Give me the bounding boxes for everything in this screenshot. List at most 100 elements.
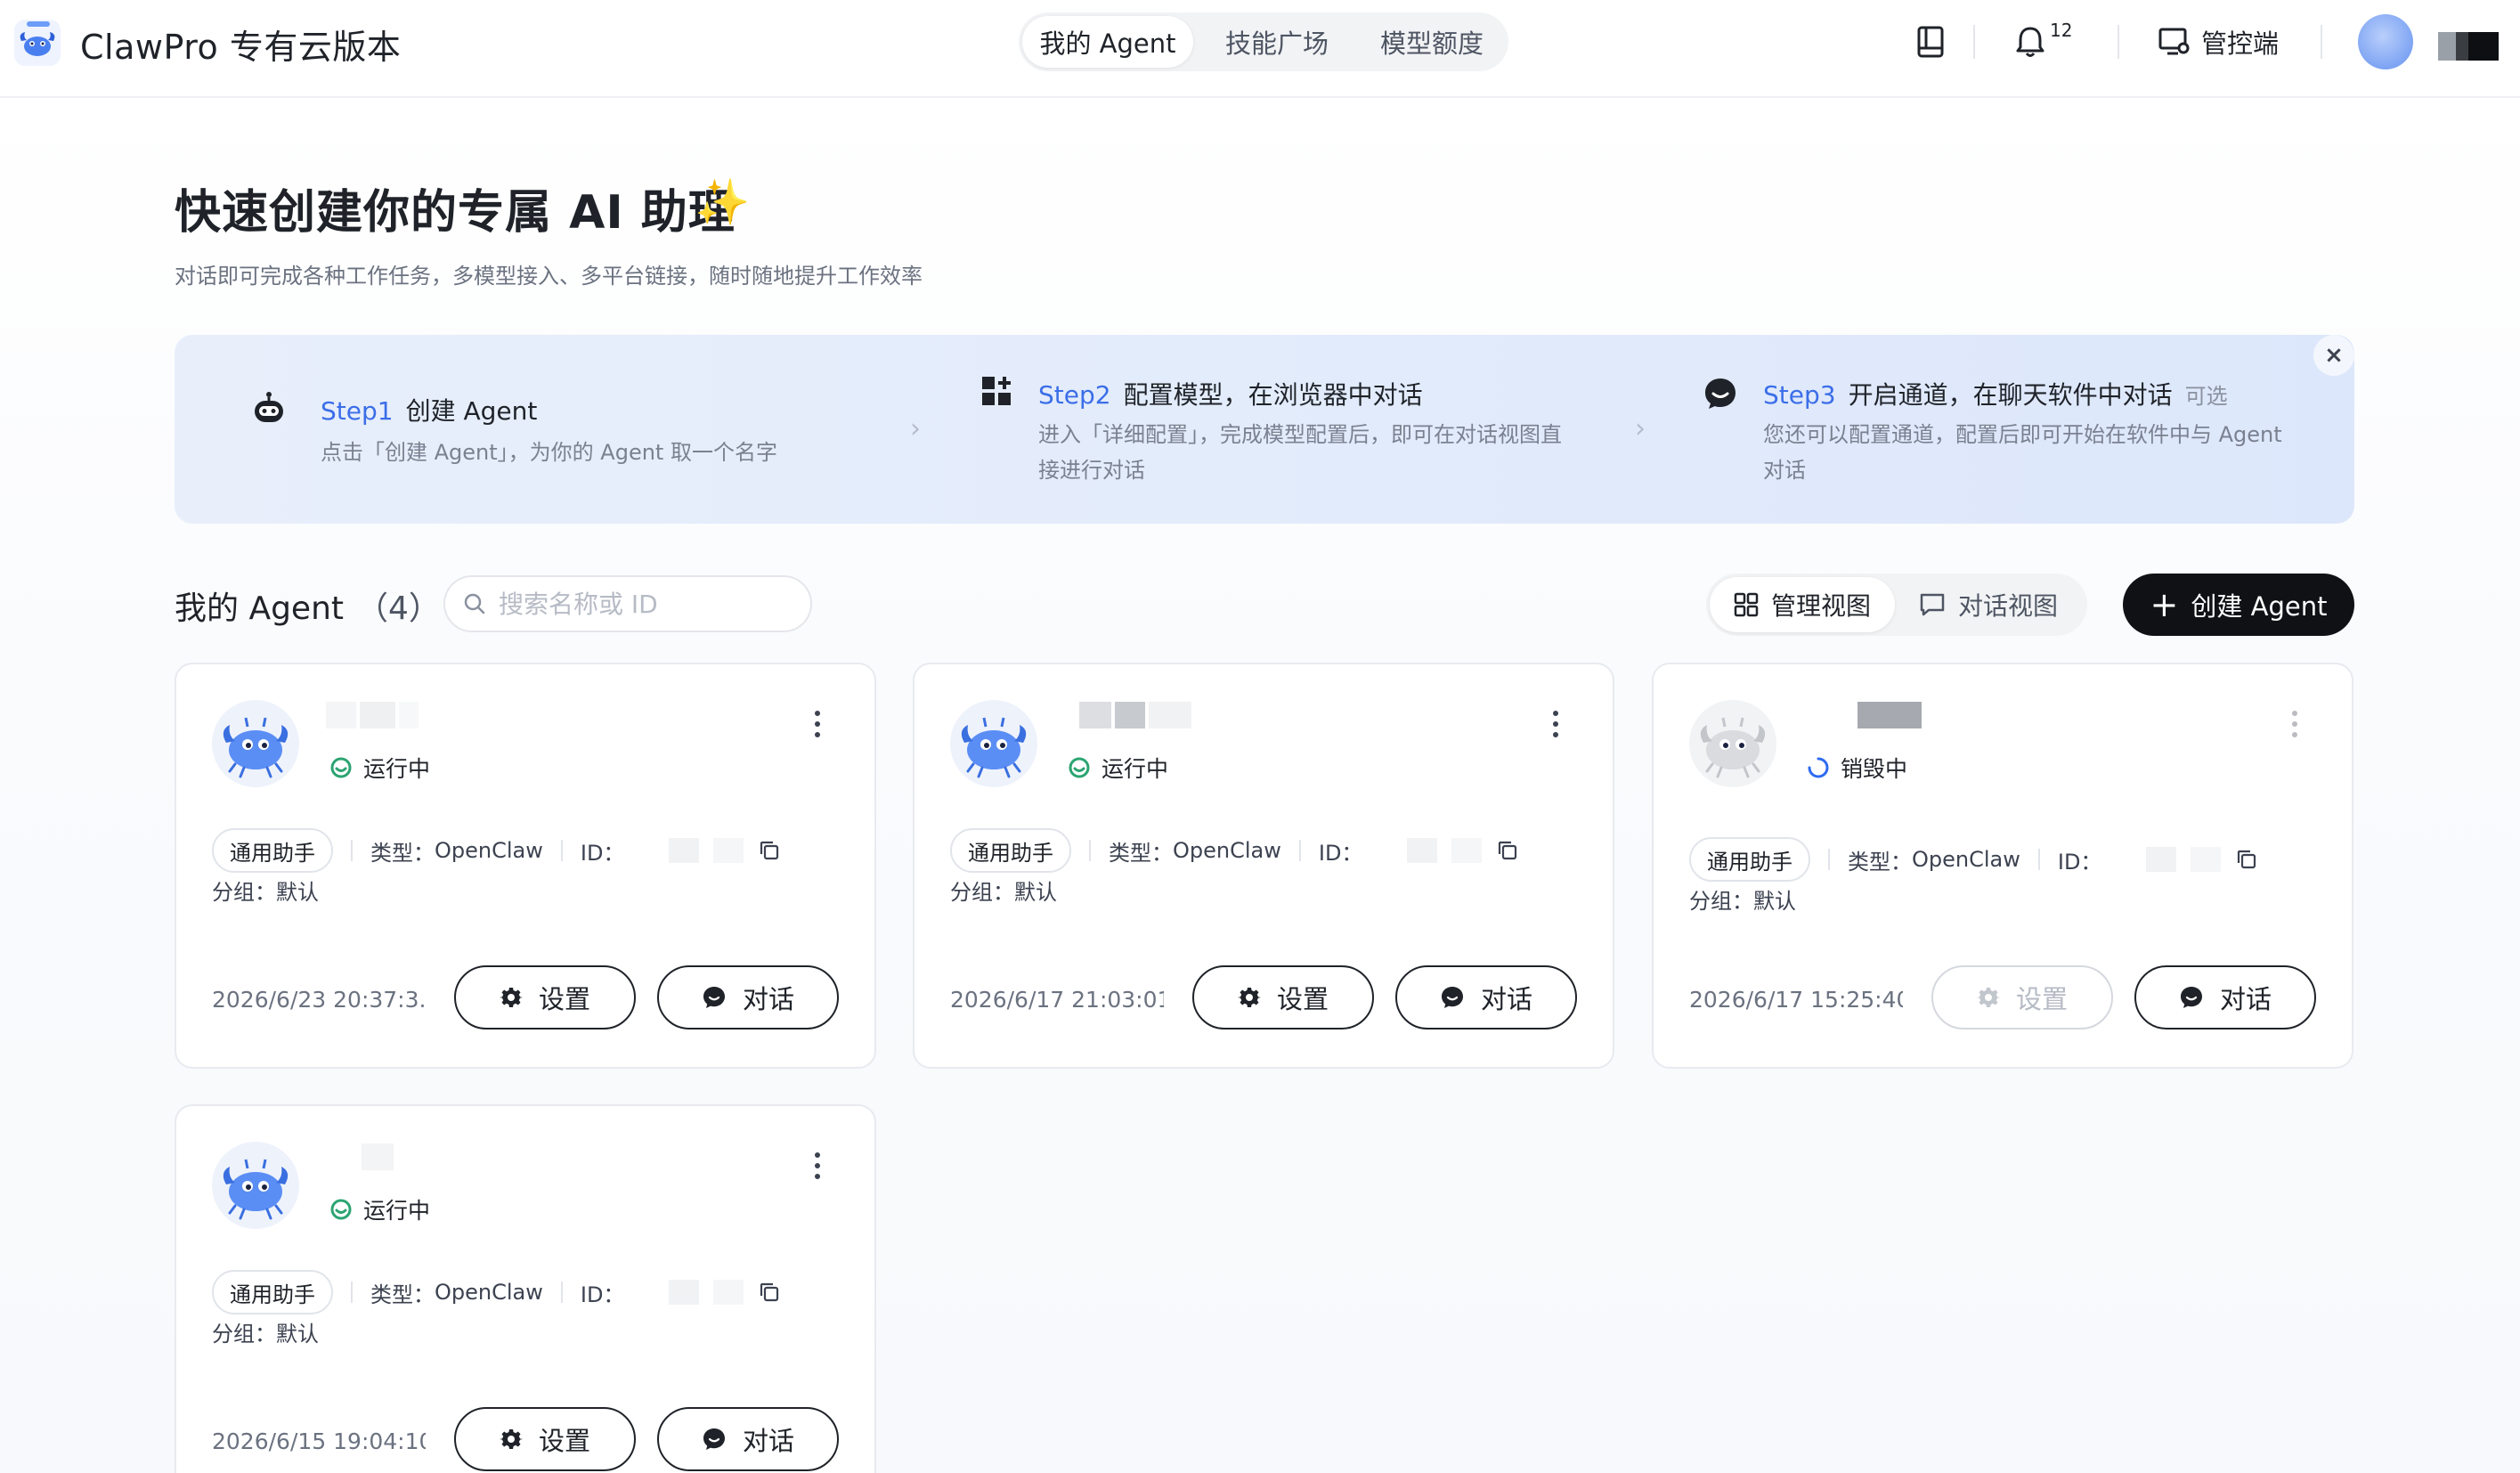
step3-title: 开启通道，在聊天软件中对话	[1848, 380, 2173, 410]
step3-optional-label: 可选	[2184, 384, 2228, 409]
agent-group: 分组：默认	[212, 1316, 319, 1347]
gear-icon	[1976, 988, 2000, 1007]
agent-settings-button[interactable]: 设置	[1931, 965, 2113, 1029]
more-options-icon[interactable]	[2291, 711, 2298, 737]
create-agent-label: 创建 Agent	[2191, 591, 2328, 622]
copy-icon[interactable]	[758, 1281, 781, 1304]
notification-count: 12	[2050, 20, 2073, 41]
chevron-right-icon: ›	[910, 413, 921, 444]
hero-subtitle: 对话即可完成各种工作任务，多模型接入、多平台链接，随时随地提升工作效率	[175, 264, 923, 289]
copy-icon[interactable]	[1496, 839, 1519, 862]
agent-id-label: ID：	[1318, 840, 1363, 866]
agent-chat-label: 对话	[742, 1426, 794, 1456]
agent-status-label: 销毁中	[1841, 756, 1908, 782]
tab-model-quota[interactable]: 模型额度	[1361, 16, 1503, 68]
agent-chat-button[interactable]: 对话	[657, 965, 839, 1029]
console-label: 管控端	[2201, 28, 2280, 59]
chat-view-button[interactable]: 对话视图	[1895, 577, 2082, 632]
agent-status: 运行中	[329, 1193, 430, 1225]
top-header: ClawPro 专有云版本 我的 Agent 技能广场 模型额度 12 管控端	[0, 0, 2520, 98]
step2-title: 配置模型，在浏览器中对话	[1123, 380, 1423, 410]
more-options-icon[interactable]	[814, 711, 821, 737]
step3-number: Step3	[1763, 380, 1836, 410]
agent-status-label: 运行中	[363, 756, 431, 782]
more-options-icon[interactable]	[1552, 711, 1559, 737]
meta-divider	[560, 1282, 563, 1303]
bell-icon[interactable]	[2014, 25, 2046, 59]
header-divider	[2118, 25, 2119, 59]
agent-type-value: OpenClaw	[435, 838, 543, 863]
agent-group: 分组：默认	[1689, 883, 1796, 915]
agent-type-label: 类型：	[370, 840, 435, 866]
agent-status: 销毁中	[1807, 752, 1907, 784]
copy-icon[interactable]	[2235, 848, 2258, 871]
clawpro-logo-icon	[14, 20, 61, 66]
agent-chat-label: 对话	[1480, 984, 1532, 1014]
agent-avatar	[212, 700, 299, 787]
agent-group-label: 分组：	[950, 880, 1014, 905]
section-title: 我的 Agent	[175, 590, 345, 627]
agent-status-label: 运行中	[1101, 756, 1169, 782]
agent-category-tag: 通用助手	[1689, 837, 1810, 882]
chat-bubble-icon	[1705, 378, 1736, 409]
tab-skill-square[interactable]: 技能广场	[1193, 16, 1361, 68]
agent-id-redacted	[1407, 838, 1519, 863]
agent-group-value: 默认	[1014, 880, 1057, 905]
copy-icon[interactable]	[758, 839, 781, 862]
agent-category-tag: 通用助手	[950, 828, 1071, 873]
agent-id-label: ID：	[2057, 849, 2102, 875]
search-input[interactable]	[499, 589, 784, 619]
manage-view-button[interactable]: 管理视图	[1710, 577, 1895, 632]
agent-card[interactable]: 运行中 通用助手 类型： OpenClaw ID： 分组：默认 2026/6/1…	[913, 663, 1614, 1069]
agent-count: （4）	[356, 590, 441, 627]
agent-type-label: 类型：	[1109, 840, 1173, 866]
agent-chat-button[interactable]: 对话	[657, 1407, 839, 1471]
agent-type-value: OpenClaw	[435, 1280, 543, 1305]
more-options-icon[interactable]	[814, 1152, 821, 1179]
step3-description-line2: 对话	[1763, 458, 1806, 483]
agent-chat-button[interactable]: 对话	[1395, 965, 1577, 1029]
agent-chat-button[interactable]: 对话	[2134, 965, 2316, 1029]
agent-group-label: 分组：	[212, 1322, 276, 1347]
console-button[interactable]: 管控端	[2158, 23, 2279, 61]
user-menu-blurred[interactable]	[2438, 32, 2499, 61]
chat-view-icon	[1920, 593, 1945, 616]
plus-icon: +	[2150, 585, 2179, 624]
agent-card[interactable]: 运行中 通用助手 类型： OpenClaw ID： 分组：默认 2026/6/2…	[175, 663, 876, 1069]
gear-icon	[499, 988, 523, 1007]
agent-id-label: ID：	[580, 840, 625, 866]
agent-card[interactable]: 销毁中 通用助手 类型： OpenClaw ID： 分组：默认 2026/6/1…	[1652, 663, 2353, 1069]
banner-close-button[interactable]: ×	[2313, 335, 2354, 376]
step1-heading: Step1 创建 Agent	[321, 392, 537, 427]
agent-created-time: 2026/6/17 21:03:01 ...	[950, 987, 1164, 1013]
search-box[interactable]	[443, 575, 812, 632]
robot-icon	[255, 392, 283, 422]
agent-id-redacted	[2146, 847, 2258, 872]
running-status-icon	[330, 757, 352, 778]
agent-settings-button[interactable]: 设置	[454, 1407, 636, 1471]
step3-heading: Step3 开启通道，在聊天软件中对话 可选	[1763, 376, 2228, 411]
agent-settings-button[interactable]: 设置	[454, 965, 636, 1029]
agent-group-label: 分组：	[1689, 889, 1753, 914]
chat-icon	[1441, 987, 1463, 1008]
user-avatar[interactable]	[2358, 14, 2413, 69]
meta-divider	[351, 1282, 353, 1303]
agent-settings-label: 设置	[538, 984, 590, 1014]
step1-description: 点击「创建 Agent」，为你的 Agent 取一个名字	[321, 440, 777, 465]
agent-name-redacted	[1818, 702, 1922, 728]
docs-book-icon[interactable]	[1914, 25, 1947, 59]
agent-type-value: OpenClaw	[1912, 847, 2020, 872]
agent-type-label: 类型：	[1848, 849, 1912, 875]
step1-title: 创建 Agent	[405, 396, 538, 426]
agent-group-label: 分组：	[212, 880, 276, 905]
tab-my-agent[interactable]: 我的 Agent	[1022, 16, 1193, 68]
agent-settings-label: 设置	[2015, 984, 2068, 1014]
manage-view-label: 管理视图	[1770, 591, 1871, 621]
agent-settings-button[interactable]: 设置	[1192, 965, 1374, 1029]
step2-description-line2: 接进行对话	[1038, 458, 1145, 483]
create-agent-button[interactable]: + 创建 Agent	[2123, 574, 2354, 636]
agent-avatar	[1689, 700, 1776, 787]
meta-divider	[2037, 849, 2040, 870]
agent-card[interactable]: 运行中 通用助手 类型： OpenClaw ID： 分组：默认 2026/6/1…	[175, 1104, 876, 1473]
agent-id-redacted	[669, 838, 781, 863]
